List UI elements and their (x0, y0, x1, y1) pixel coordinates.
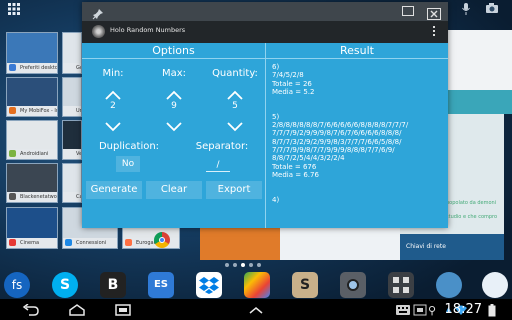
app-logo-icon (92, 25, 105, 38)
page-dot (257, 263, 261, 267)
background-window: Chiavi di rete (400, 234, 504, 260)
thumb-label: Cal (63, 192, 81, 202)
es-file-explorer-icon[interactable]: ES (148, 272, 174, 298)
bg-text: studio e che compro (446, 214, 498, 220)
back-icon[interactable] (22, 303, 40, 319)
usb-icon: ⚲ (428, 304, 437, 317)
chevron-up-icon[interactable] (248, 304, 264, 318)
grid-icon[interactable] (6, 2, 22, 18)
app-icon (9, 193, 16, 200)
separator-input[interactable]: / (206, 158, 230, 172)
app-drawer-icon[interactable] (436, 272, 462, 298)
calculator-icon[interactable] (388, 272, 414, 298)
bg-text: popolato da demoni (446, 200, 497, 206)
bg-text: Chiavi di rete (406, 243, 446, 250)
app-icon (9, 107, 16, 114)
recent-thumb[interactable]: My MobiFox - Inventory (6, 77, 58, 117)
app-icon (9, 64, 16, 71)
result-output: 6) 7/4/5/2/8 Totale = 26 Media = 5.2 5) … (272, 63, 409, 204)
skype-icon[interactable]: S (52, 272, 78, 298)
background-window (200, 228, 280, 260)
duplication-toggle-button[interactable]: No (116, 156, 140, 172)
network-app-icon[interactable] (482, 272, 508, 298)
app-icon (9, 150, 16, 157)
recent-thumb[interactable]: Un (62, 77, 82, 117)
column-divider (265, 43, 266, 228)
home-icon[interactable] (68, 304, 86, 319)
page-dot (241, 263, 245, 267)
export-button[interactable]: Export (206, 181, 262, 199)
app-title: Holo Random Numbers (110, 26, 186, 34)
result-header: Result (266, 43, 448, 59)
clear-button[interactable]: Clear (146, 181, 202, 199)
android-homescreen: Preferiti desktop Go My MobiFox - Invent… (0, 0, 512, 320)
recent-thumb[interactable]: Cinema (6, 207, 58, 249)
thumb-label: Un (63, 106, 81, 116)
app-icon (9, 239, 16, 246)
background-window (448, 90, 512, 114)
camera-app-icon[interactable] (340, 272, 366, 298)
quantity-increment-chevron-up-icon[interactable] (226, 85, 244, 100)
screenshot-icon[interactable] (413, 304, 427, 319)
mic-icon[interactable] (458, 2, 474, 18)
min-decrement-chevron-down-icon[interactable] (104, 117, 122, 132)
camera-icon[interactable] (484, 2, 500, 18)
scribd-app-icon[interactable]: S (292, 272, 318, 298)
blackberry-app-icon[interactable]: B (100, 272, 126, 298)
maximize-icon[interactable] (402, 6, 414, 16)
options-header: Options (82, 43, 265, 59)
recent-apps-icon[interactable] (114, 304, 132, 319)
recent-thumb[interactable]: Blackenetatworkstation (6, 163, 58, 203)
thumb-label: Go (63, 63, 81, 73)
battery-icon (488, 304, 496, 320)
holo-random-numbers-window: Holo Random Numbers Options Result Min: … (82, 2, 448, 228)
google-play-books-icon[interactable] (244, 272, 270, 298)
recent-thumb[interactable]: Preferiti desktop (6, 32, 58, 74)
recent-thumb[interactable]: Androidiani (6, 120, 58, 160)
action-bar: Holo Random Numbers (82, 21, 448, 43)
duplication-label: Duplication: (98, 141, 160, 152)
thumb-label: Ve (63, 149, 81, 159)
background-window (280, 228, 400, 260)
max-label: Max: (161, 68, 187, 79)
recent-thumb[interactable]: Ve (62, 120, 82, 160)
separator-label: Separator: (195, 141, 249, 152)
chrome-icon[interactable] (154, 232, 170, 248)
quantity-decrement-chevron-down-icon[interactable] (226, 117, 244, 132)
quantity-label: Quantity: (212, 68, 258, 79)
dropbox-icon[interactable] (196, 272, 222, 298)
clock: 18:27 (444, 302, 482, 317)
page-dot (233, 263, 237, 267)
app-icon (65, 239, 72, 246)
max-increment-chevron-up-icon[interactable] (165, 85, 183, 100)
max-value: 9 (171, 101, 177, 111)
app-icon (125, 239, 132, 246)
window-title-bar (82, 2, 448, 21)
generate-button[interactable]: Generate (86, 181, 142, 199)
min-label: Min: (102, 68, 124, 79)
quantity-value: 5 (232, 101, 238, 111)
min-value: 2 (110, 101, 116, 111)
page-dot (249, 263, 253, 267)
keyboard-icon[interactable] (395, 304, 411, 319)
max-decrement-chevron-down-icon[interactable] (165, 117, 183, 132)
background-window (448, 30, 512, 90)
fs-app-icon[interactable]: fs (4, 272, 30, 298)
overflow-menu-icon[interactable] (433, 26, 436, 36)
page-dot (225, 263, 229, 267)
min-increment-chevron-up-icon[interactable] (104, 85, 122, 100)
recent-thumb[interactable]: Go (62, 32, 82, 74)
recent-thumb[interactable]: Cal (62, 163, 82, 203)
